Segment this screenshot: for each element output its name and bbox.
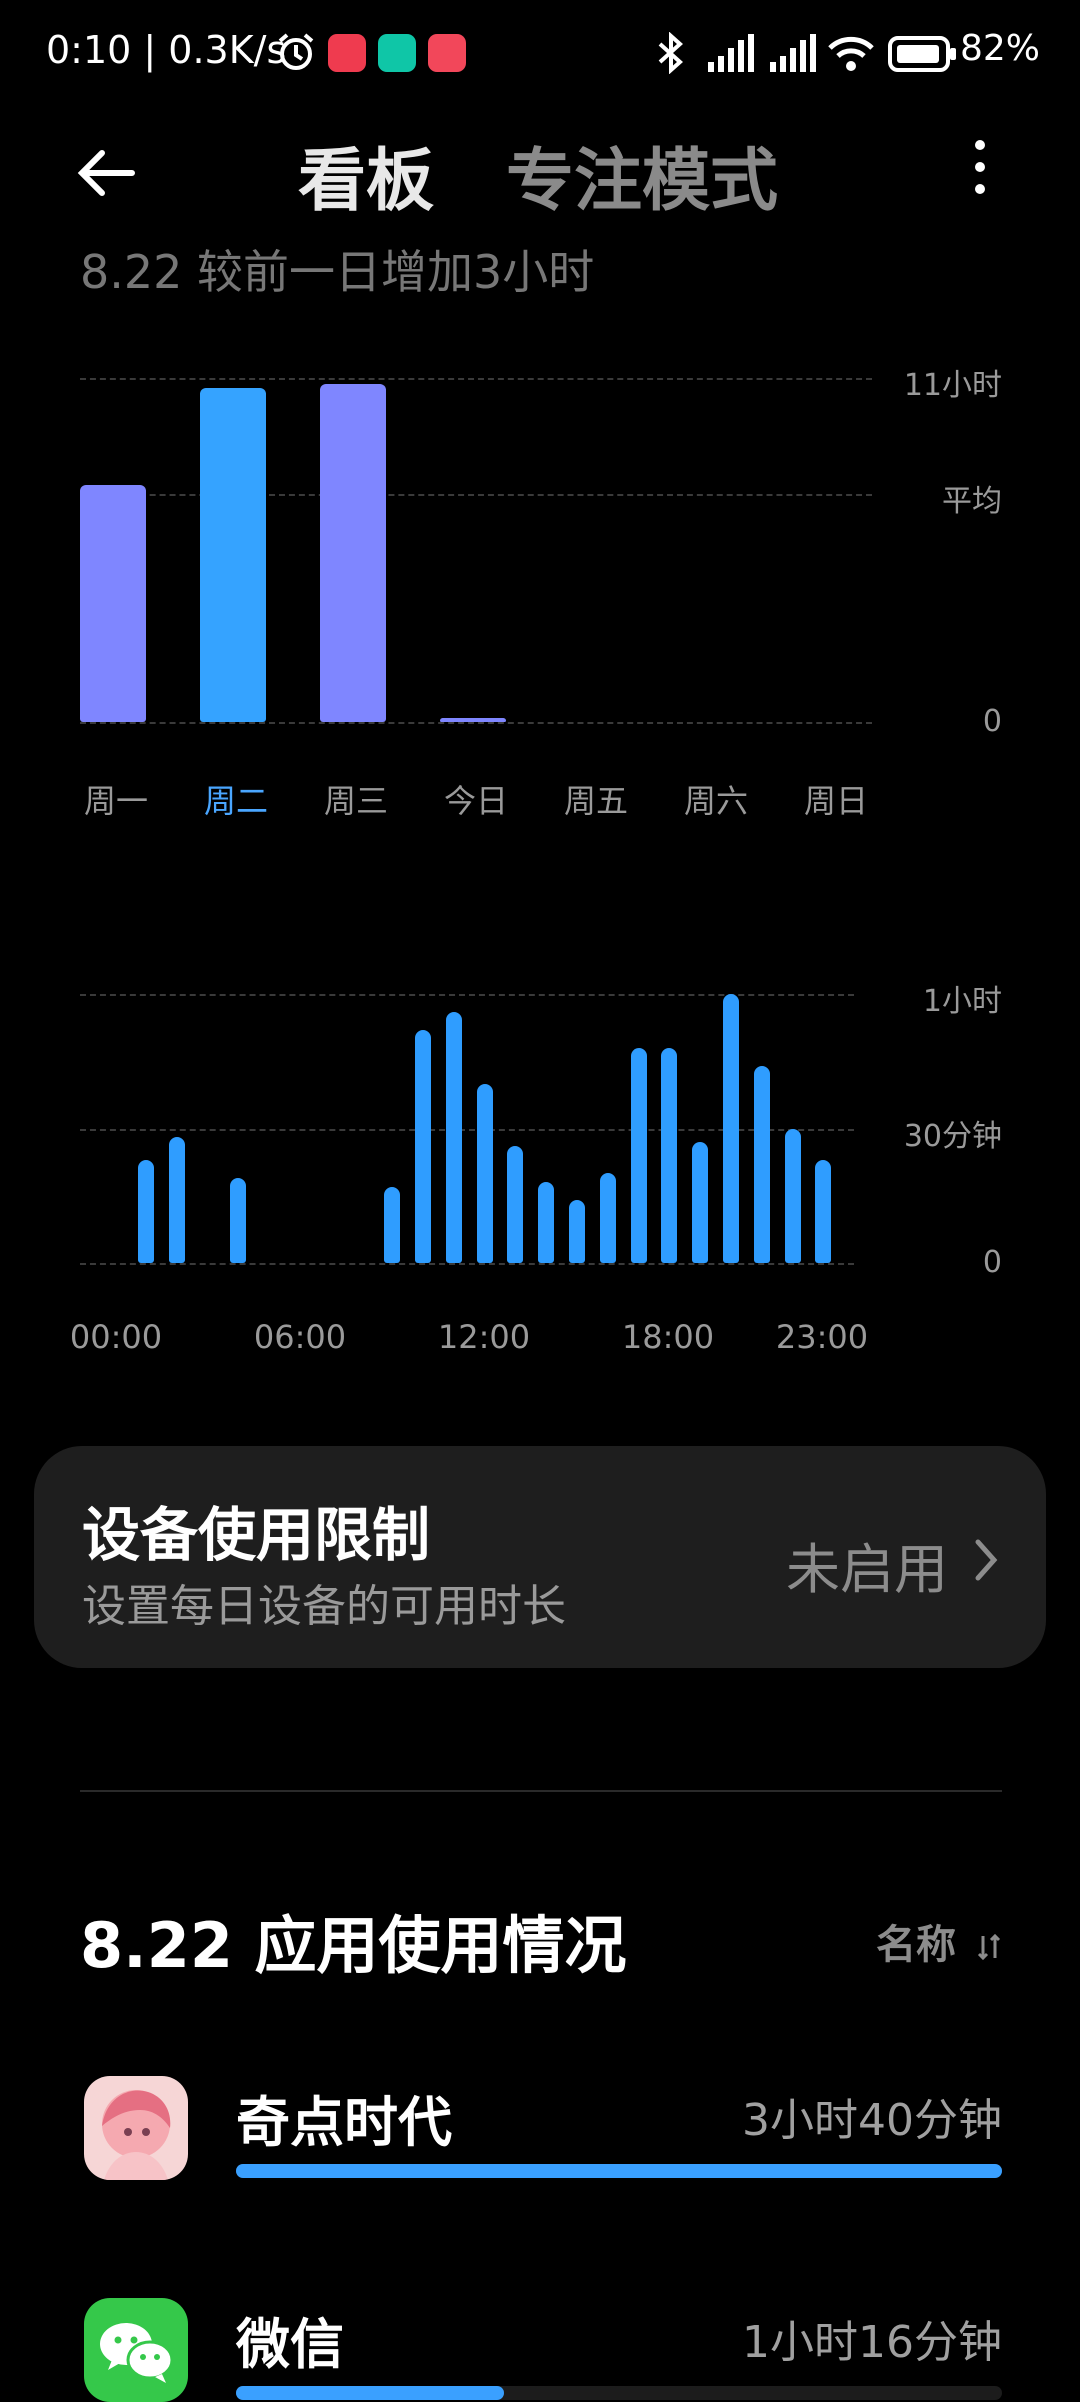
status-bar: 0:10 | 0.3K/s 82% <box>0 0 1080 110</box>
record-notification-icon <box>428 34 466 72</box>
back-arrow-icon <box>77 150 135 196</box>
usage-fill <box>236 2164 1002 2178</box>
netease-music-notification-icon <box>328 34 366 72</box>
app-time: 1小时16分钟 <box>742 2317 1002 2368</box>
hour-bar-13 <box>507 1146 524 1263</box>
tab-focus-mode[interactable]: 专注模式 <box>506 125 778 224</box>
week-ytick-zero: 0 <box>982 704 1002 739</box>
bluetooth-icon <box>654 31 688 75</box>
hour-label-1800: 18:00 <box>621 1318 715 1356</box>
sort-arrows-icon <box>977 1933 1001 1961</box>
hour-bar-9 <box>384 1186 401 1263</box>
hour-ytick-mid: 30分钟 <box>903 1119 1002 1154</box>
hour-label-2300: 23:00 <box>775 1318 869 1356</box>
wechat-icon <box>84 2298 188 2402</box>
device-limit-subtitle: 设置每日设备的可用时长 <box>82 1581 566 1632</box>
day-label-tue[interactable]: 周二 <box>176 776 296 822</box>
hour-ytick-top: 1小时 <box>922 984 1002 1019</box>
sort-button[interactable]: 名称 <box>876 1912 1002 1970</box>
hour-bar-12 <box>476 1083 493 1263</box>
back-button[interactable] <box>70 138 150 208</box>
hour-ytick-zero: 0 <box>982 1245 1002 1280</box>
chevron-right-icon <box>972 1536 1000 1584</box>
app-usage-title: 8.22 应用使用情况 <box>80 1909 627 1982</box>
hour-bar-16 <box>599 1173 616 1263</box>
usage-fill <box>236 2386 505 2400</box>
hour-bar-1 <box>137 1159 154 1263</box>
week-grid-top <box>80 378 872 380</box>
hour-bar-14 <box>538 1182 555 1263</box>
sort-label: 名称 <box>876 1922 957 1968</box>
week-grid-zero <box>80 722 872 724</box>
hour-bar-18 <box>661 1047 678 1263</box>
tab-dashboard[interactable]: 看板 <box>298 125 434 224</box>
wifi-icon <box>826 34 876 74</box>
hour-bar-2 <box>168 1137 185 1263</box>
signal-icon-1 <box>700 34 756 74</box>
app-name: 奇点时代 <box>236 2091 452 2154</box>
hour-grid-zero <box>80 1263 854 1265</box>
hour-bar-21 <box>753 1065 770 1263</box>
status-time-speed: 0:10 | 0.3K/s <box>46 28 287 72</box>
hour-bar-10 <box>415 1029 431 1263</box>
hour-bar-11 <box>445 1011 462 1263</box>
game-avatar-icon <box>84 2076 188 2180</box>
device-limit-title: 设备使用限制 <box>82 1501 431 1569</box>
day-label-sat[interactable]: 周六 <box>656 776 776 822</box>
hour-label-0600: 06:00 <box>253 1318 347 1356</box>
hour-label-1200: 12:00 <box>437 1318 531 1356</box>
more-dot <box>975 162 985 172</box>
day-label-sun[interactable]: 周日 <box>776 776 896 822</box>
alarm-icon <box>276 32 316 72</box>
usage-track <box>236 2386 1002 2400</box>
more-options-button[interactable] <box>962 140 998 206</box>
week-grid-avg <box>80 494 872 496</box>
divider <box>80 1790 1002 1792</box>
device-limit-status: 未启用 <box>786 1538 948 1601</box>
battery-percent: 82% <box>959 28 1040 69</box>
hour-bar-4 <box>230 1177 247 1263</box>
day-label-mon[interactable]: 周一 <box>56 776 176 822</box>
hour-label-0000: 00:00 <box>69 1318 163 1356</box>
day-label-today[interactable]: 今日 <box>416 776 536 822</box>
day-label-wed[interactable]: 周三 <box>296 776 416 822</box>
app-time: 3小时40分钟 <box>742 2095 1002 2146</box>
week-bar-2[interactable] <box>320 384 386 722</box>
week-bar-3[interactable] <box>440 718 506 722</box>
hour-bar-19 <box>692 1141 709 1263</box>
day-label-fri[interactable]: 周五 <box>536 776 656 822</box>
more-dot <box>975 184 985 194</box>
shield-notification-icon <box>378 34 416 72</box>
hour-bar-22 <box>784 1128 801 1263</box>
usage-summary: 8.22 较前一日增加3小时 <box>80 245 595 299</box>
hour-bar-23 <box>815 1159 832 1263</box>
hour-grid-top <box>80 994 854 996</box>
week-bar-0[interactable] <box>80 485 146 722</box>
hour-bar-15 <box>569 1200 585 1263</box>
signal-icon-2 <box>762 34 818 74</box>
usage-track <box>236 2164 1002 2178</box>
week-bar-1[interactable] <box>200 387 266 722</box>
more-dot <box>975 140 985 150</box>
week-ytick-top: 11小时 <box>903 368 1002 403</box>
battery-icon <box>888 36 958 72</box>
hour-bar-20 <box>723 994 739 1263</box>
week-ytick-avg: 平均 <box>942 484 1002 519</box>
hour-bar-17 <box>630 1047 647 1263</box>
app-name: 微信 <box>236 2313 344 2376</box>
